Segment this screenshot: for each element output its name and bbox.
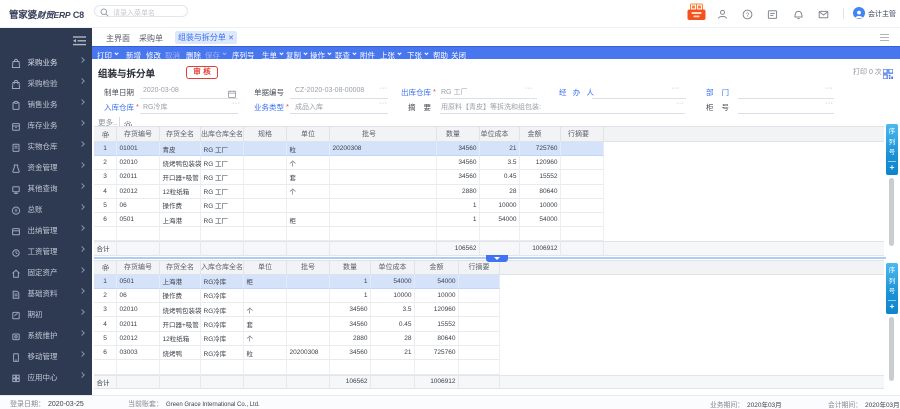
svg-text:?: ? [746, 12, 750, 19]
